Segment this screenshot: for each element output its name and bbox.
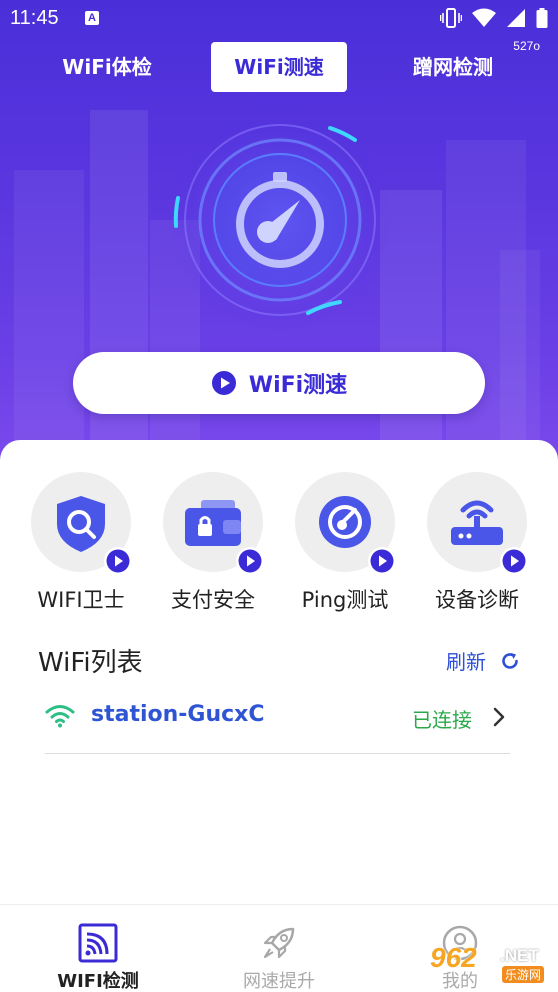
connection-status: 已连接 xyxy=(412,708,472,732)
watermark-site-name: 乐游网 xyxy=(502,966,545,983)
wifi-ssid: station-GucxC xyxy=(91,702,265,727)
cast-wifi-icon xyxy=(78,923,118,963)
refresh-icon xyxy=(502,652,518,669)
nav-label: WIFI检测 xyxy=(57,971,139,992)
nav-speed-boost[interactable]: 网速提升 xyxy=(209,905,349,992)
tool-label: WIFI卫士 xyxy=(37,588,125,612)
nav-wifi-detect[interactable]: WIFI检测 xyxy=(28,905,168,992)
refresh-label: 刷新 xyxy=(446,650,486,674)
speed-gauge xyxy=(168,108,392,332)
play-badge-icon xyxy=(500,547,528,575)
background-building xyxy=(14,170,84,470)
tab-wifi-checkup[interactable]: WiFi体检 xyxy=(44,42,170,92)
tool-device-diagnosis[interactable]: 设备诊断 xyxy=(411,472,543,612)
background-building xyxy=(90,110,148,470)
refresh-button[interactable]: 刷新 xyxy=(446,646,520,675)
chevron-right-icon xyxy=(493,707,505,727)
content-sheet: WIFI卫士 支付安全 Ping测试 设备诊断 WiFi列表 刷新 statio… xyxy=(0,440,558,905)
tool-label: 设备诊断 xyxy=(435,588,519,612)
tab-freeloader-detect[interactable]: 蹭网检测 xyxy=(392,42,514,92)
status-bar: 11:45 A xyxy=(0,0,558,36)
start-button-label: WiFi测速 xyxy=(248,373,348,398)
watermark-domain: .NET xyxy=(500,946,539,965)
wifi-list-title: WiFi列表 xyxy=(38,648,143,678)
hero-header: 11:45 A 527o WiFi体检 WiFi测速 蹭网检测 WiFi测速 xyxy=(0,0,558,470)
tool-ping-test[interactable]: Ping测试 xyxy=(279,472,411,612)
notification-a-icon: A xyxy=(85,11,99,25)
rocket-icon xyxy=(263,927,295,959)
play-badge-icon xyxy=(368,547,396,575)
background-building xyxy=(500,250,540,470)
tool-label: Ping测试 xyxy=(301,588,389,612)
top-tabs: WiFi体检 WiFi测速 蹭网检测 xyxy=(0,42,558,92)
cell-signal-icon xyxy=(507,9,525,27)
site-watermark: 962 .NET 乐游网 xyxy=(422,942,552,986)
play-badge-icon xyxy=(104,547,132,575)
watermark-number: 962 xyxy=(430,942,477,973)
tool-wifi-guard[interactable]: WIFI卫士 xyxy=(15,472,147,612)
bottom-nav: WIFI检测 网速提升 我的 962 .NET 乐游网 xyxy=(0,904,558,992)
status-icons xyxy=(440,8,548,28)
tool-payment-security[interactable]: 支付安全 xyxy=(147,472,279,612)
nav-label: 网速提升 xyxy=(243,971,315,992)
tool-label: 支付安全 xyxy=(171,588,255,612)
play-badge-icon xyxy=(236,547,264,575)
wifi-signal-icon xyxy=(472,8,496,27)
tab-wifi-speedtest[interactable]: WiFi测速 xyxy=(211,42,347,92)
wifi-network-row[interactable]: station-GucxC 已连接 xyxy=(45,688,510,754)
vibrate-icon xyxy=(440,8,462,28)
play-circle-icon xyxy=(211,371,236,395)
wifi-icon xyxy=(45,705,75,728)
battery-icon xyxy=(536,8,548,28)
start-speedtest-button[interactable]: WiFi测速 xyxy=(73,352,485,414)
tools-grid: WIFI卫士 支付安全 Ping测试 设备诊断 xyxy=(0,472,558,612)
status-time: 11:45 xyxy=(10,7,59,29)
